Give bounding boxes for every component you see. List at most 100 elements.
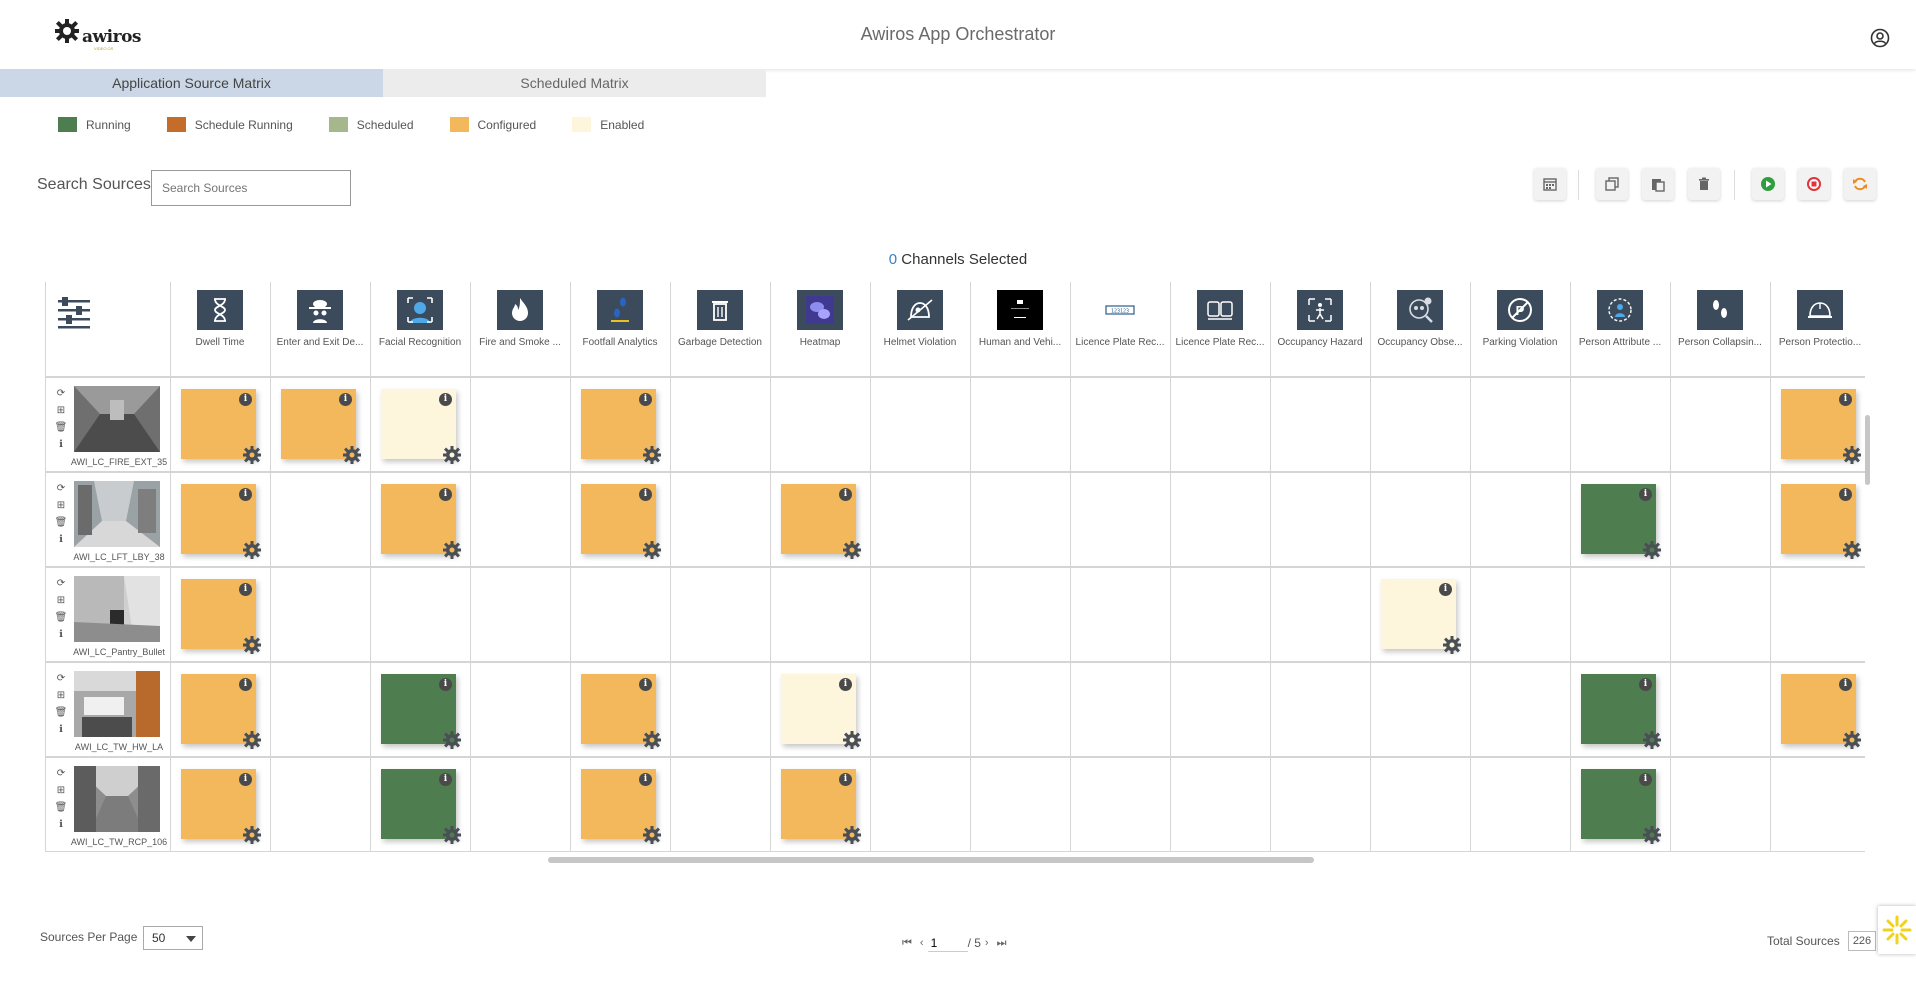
- source-thumbnail[interactable]: [74, 671, 160, 737]
- gear-icon[interactable]: [342, 445, 362, 465]
- vertical-scrollbar[interactable]: [1865, 415, 1870, 485]
- refresh-icon[interactable]: ⟳: [54, 673, 68, 690]
- info-icon[interactable]: i: [1839, 393, 1852, 406]
- source-thumbnail[interactable]: [74, 576, 160, 642]
- add-icon[interactable]: ⊞: [54, 500, 68, 517]
- source-thumbnail[interactable]: [74, 386, 160, 452]
- info-icon[interactable]: i: [239, 393, 252, 406]
- gear-icon[interactable]: [1642, 730, 1662, 750]
- matrix-cell-configured[interactable]: i: [181, 484, 261, 559]
- trash-icon[interactable]: 🗑: [54, 422, 68, 439]
- refresh-icon[interactable]: ⟳: [54, 768, 68, 785]
- info-icon[interactable]: i: [839, 488, 852, 501]
- gear-icon[interactable]: [442, 730, 462, 750]
- info-icon[interactable]: ℹ: [54, 629, 68, 646]
- gear-icon[interactable]: [242, 825, 262, 845]
- info-icon[interactable]: ℹ: [54, 819, 68, 836]
- filter-settings-icon[interactable]: [56, 295, 92, 331]
- info-icon[interactable]: i: [839, 773, 852, 786]
- gear-icon[interactable]: [442, 445, 462, 465]
- prev-page-icon[interactable]: ‹: [920, 937, 924, 949]
- start-button[interactable]: [1752, 168, 1784, 200]
- info-icon[interactable]: i: [239, 583, 252, 596]
- schedule-button[interactable]: [1534, 168, 1566, 200]
- app-column-header[interactable]: Enter and Exit De...: [270, 282, 370, 376]
- info-icon[interactable]: i: [1639, 488, 1652, 501]
- gear-icon[interactable]: [1842, 445, 1862, 465]
- app-column-header[interactable]: Fire and Smoke ...: [470, 282, 570, 376]
- app-column-header[interactable]: Person Collapsin...: [1670, 282, 1770, 376]
- info-icon[interactable]: ℹ: [54, 534, 68, 551]
- matrix-cell-configured[interactable]: i: [581, 484, 661, 559]
- trash-icon[interactable]: 🗑: [54, 707, 68, 724]
- matrix-cell-configured[interactable]: i: [581, 769, 661, 844]
- info-icon[interactable]: i: [639, 393, 652, 406]
- trash-icon[interactable]: 🗑: [54, 517, 68, 534]
- info-icon[interactable]: ℹ: [54, 724, 68, 741]
- per-page-select[interactable]: 50: [143, 926, 203, 950]
- tab-scheduled-matrix[interactable]: Scheduled Matrix: [383, 69, 766, 97]
- matrix-cell-running[interactable]: i: [1581, 674, 1661, 749]
- next-page-icon[interactable]: ›: [985, 937, 989, 949]
- app-column-header[interactable]: Garbage Detection: [670, 282, 770, 376]
- matrix-cell-configured[interactable]: i: [781, 484, 861, 559]
- paste-button[interactable]: [1642, 168, 1674, 200]
- matrix-cell-enabled[interactable]: i: [381, 389, 461, 464]
- add-icon[interactable]: ⊞: [54, 690, 68, 707]
- search-input[interactable]: [151, 170, 351, 206]
- matrix-cell-configured[interactable]: i: [281, 389, 361, 464]
- add-icon[interactable]: ⊞: [54, 405, 68, 422]
- info-icon[interactable]: i: [339, 393, 352, 406]
- matrix-cell-running[interactable]: i: [1581, 769, 1661, 844]
- gear-icon[interactable]: [242, 635, 262, 655]
- app-column-header[interactable]: Occupancy Obse...: [1370, 282, 1470, 376]
- gear-icon[interactable]: [642, 825, 662, 845]
- info-icon[interactable]: i: [1839, 488, 1852, 501]
- gear-icon[interactable]: [642, 730, 662, 750]
- gear-icon[interactable]: [442, 540, 462, 560]
- add-icon[interactable]: ⊞: [54, 785, 68, 802]
- source-thumbnail[interactable]: [74, 481, 160, 547]
- info-icon[interactable]: i: [839, 678, 852, 691]
- app-column-header[interactable]: Licence Plate Rec...: [1170, 282, 1270, 376]
- matrix-cell-configured[interactable]: i: [581, 674, 661, 749]
- gear-icon[interactable]: [842, 730, 862, 750]
- trash-icon[interactable]: 🗑: [54, 612, 68, 629]
- app-column-header[interactable]: Dwell Time: [170, 282, 270, 376]
- trash-icon[interactable]: 🗑: [54, 802, 68, 819]
- refresh-icon[interactable]: ⟳: [54, 388, 68, 405]
- gear-icon[interactable]: [1642, 540, 1662, 560]
- restart-button[interactable]: [1844, 168, 1876, 200]
- info-icon[interactable]: i: [1439, 583, 1452, 596]
- info-icon[interactable]: i: [439, 488, 452, 501]
- info-icon[interactable]: i: [239, 773, 252, 786]
- matrix-cell-configured[interactable]: i: [1781, 389, 1861, 464]
- gear-icon[interactable]: [242, 730, 262, 750]
- matrix-cell-configured[interactable]: i: [781, 769, 861, 844]
- app-column-header[interactable]: Heatmap: [770, 282, 870, 376]
- gear-icon[interactable]: [242, 540, 262, 560]
- matrix-cell-running[interactable]: i: [1581, 484, 1661, 559]
- matrix-cell-running[interactable]: i: [381, 769, 461, 844]
- app-column-header[interactable]: Facial Recognition: [370, 282, 470, 376]
- first-page-icon[interactable]: ⏮: [902, 937, 912, 950]
- gear-icon[interactable]: [1642, 825, 1662, 845]
- gear-icon[interactable]: [242, 445, 262, 465]
- info-icon[interactable]: i: [1839, 678, 1852, 691]
- info-icon[interactable]: i: [439, 773, 452, 786]
- page-input[interactable]: [927, 934, 968, 952]
- matrix-cell-enabled[interactable]: i: [1381, 579, 1461, 654]
- matrix-cell-configured[interactable]: i: [181, 579, 261, 654]
- chat-widget[interactable]: [1878, 906, 1916, 954]
- info-icon[interactable]: i: [439, 678, 452, 691]
- app-column-header[interactable]: Person Protectio...: [1770, 282, 1865, 376]
- app-column-header[interactable]: Person Attribute ...: [1570, 282, 1670, 376]
- last-page-icon[interactable]: ⏭: [997, 937, 1007, 950]
- gear-icon[interactable]: [1842, 730, 1862, 750]
- matrix-cell-configured[interactable]: i: [181, 389, 261, 464]
- user-account-icon[interactable]: [1870, 28, 1890, 48]
- info-icon[interactable]: i: [639, 678, 652, 691]
- info-icon[interactable]: i: [1639, 773, 1652, 786]
- info-icon[interactable]: i: [239, 488, 252, 501]
- app-column-header[interactable]: Occupancy Hazard: [1270, 282, 1370, 376]
